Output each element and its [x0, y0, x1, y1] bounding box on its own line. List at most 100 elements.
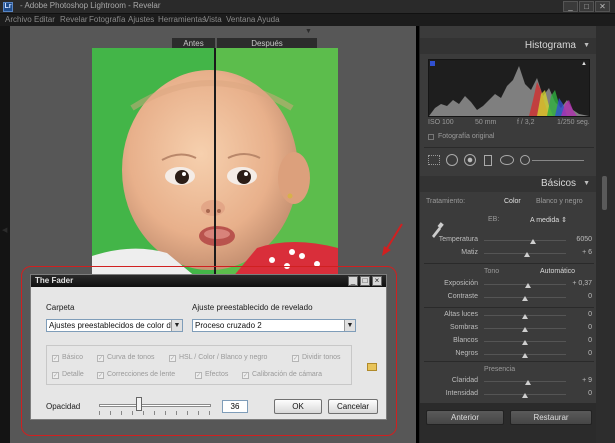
wb-dropdown[interactable]: A medida ⇕: [530, 216, 567, 224]
treatment-bw[interactable]: Blanco y negro: [536, 198, 583, 205]
folder-icon[interactable]: [367, 363, 377, 371]
dialog-title: The Fader: [35, 276, 74, 285]
opacity-input[interactable]: 36: [222, 400, 248, 413]
checkmark-icon: ✓: [195, 372, 202, 379]
check-detalle[interactable]: ✓ Detalle: [52, 371, 84, 379]
check-basico[interactable]: ✓ Básico: [52, 354, 83, 362]
dialog-title-bar[interactable]: The Fader _ □ ×: [31, 275, 386, 287]
close-icon[interactable]: ×: [372, 276, 382, 286]
slider-knob[interactable]: [522, 340, 528, 345]
slider-label: Contraste: [447, 293, 478, 300]
check-curva-tonos[interactable]: ✓ Curva de tonos: [97, 354, 154, 362]
graduated-filter-icon[interactable]: [484, 155, 492, 166]
left-panel-edge[interactable]: ◀: [0, 26, 10, 443]
close-icon[interactable]: ✕: [595, 1, 610, 12]
menu-ajustes[interactable]: Ajustes: [128, 15, 154, 24]
slider-label: Intensidad: [445, 390, 478, 397]
dropdown-arrow-icon: ⇕: [561, 217, 568, 224]
folder-select[interactable]: Ajustes preestablecidos de color de ▼: [46, 319, 183, 332]
check-dividir-tonos[interactable]: ✓ Dividir tonos: [292, 354, 341, 362]
red-eye-icon[interactable]: [464, 154, 476, 166]
slider-value[interactable]: 0: [570, 390, 592, 397]
menu-revelar[interactable]: Revelar: [60, 15, 88, 24]
slider-value[interactable]: 0: [570, 337, 592, 344]
crop-overlay-icon[interactable]: [428, 155, 440, 165]
slider-track[interactable]: [484, 240, 566, 241]
treatment-color[interactable]: Color: [504, 198, 521, 205]
panel-footer: Anterior Restaurar: [420, 403, 596, 443]
scrollbar-thumb[interactable]: [602, 176, 607, 210]
slider-value[interactable]: 0: [570, 311, 592, 318]
ok-button[interactable]: OK: [274, 399, 322, 414]
slider-label: Negros: [455, 350, 478, 357]
menu-ayuda[interactable]: Ayuda: [257, 15, 280, 24]
lightroom-icon: Lr: [3, 2, 13, 12]
opacity-slider[interactable]: [99, 404, 211, 407]
slider-row: Sombras 0: [420, 323, 596, 335]
collapse-top-icon[interactable]: ▼: [305, 28, 312, 35]
menu-vista[interactable]: Vista: [204, 15, 222, 24]
original-photo-checkbox[interactable]: [428, 134, 434, 140]
maximize-icon[interactable]: □: [579, 1, 594, 12]
menu-herramientas[interactable]: Herramientas: [158, 15, 206, 24]
slider-value[interactable]: 6050: [570, 236, 592, 243]
presence-label: Presencia: [484, 366, 516, 373]
slider-knob[interactable]: [522, 327, 528, 332]
previous-button[interactable]: Anterior: [426, 410, 504, 425]
reset-button[interactable]: Restaurar: [510, 410, 592, 425]
checkmark-icon: ✓: [97, 372, 104, 379]
menu-archivo[interactable]: Archivo: [5, 15, 32, 24]
slider-knob[interactable]: [525, 380, 532, 385]
slider-knob[interactable]: [522, 353, 528, 358]
brush-size-track[interactable]: [532, 160, 584, 161]
collapse-triangle-icon[interactable]: ▼: [583, 176, 590, 192]
histogram-graph[interactable]: ▲: [428, 59, 590, 117]
slider-row: Altas luces 0: [420, 310, 596, 322]
check-efectos[interactable]: ✓ Efectos: [195, 371, 228, 379]
opacity-slider-thumb[interactable]: [136, 397, 143, 411]
baby-photo[interactable]: [92, 48, 338, 278]
slider-value[interactable]: + 6: [570, 249, 592, 256]
shadow-clip-icon[interactable]: [430, 61, 435, 66]
check-hsl[interactable]: ✓ HSL / Color / Blanco y negro: [169, 354, 267, 362]
check-calibracion[interactable]: ✓ Calibración de cámara: [242, 371, 322, 379]
slider-knob[interactable]: [523, 252, 530, 257]
baby-photo-drawing: [92, 48, 338, 278]
auto-button[interactable]: Automático: [540, 268, 575, 275]
slider-knob[interactable]: [522, 393, 528, 398]
adjustment-brush-icon[interactable]: [520, 155, 530, 165]
basics-header[interactable]: Básicos ▼: [420, 176, 596, 192]
collapse-triangle-icon[interactable]: ▼: [583, 38, 590, 54]
menu-fotografia[interactable]: Fotografía: [89, 15, 125, 24]
slider-knob[interactable]: [522, 296, 528, 301]
histogram-title: Histograma: [524, 40, 576, 51]
minimize-icon[interactable]: _: [563, 1, 578, 12]
minimize-icon[interactable]: _: [348, 276, 358, 286]
panel-scrollbar[interactable]: [596, 26, 615, 443]
slider-label: Altas luces: [444, 311, 478, 318]
menu-editar[interactable]: Editar: [34, 15, 55, 24]
dropdown-arrow-icon: ▼: [344, 320, 355, 331]
slider-knob[interactable]: [525, 283, 532, 288]
slider-row: Temperatura 6050: [420, 235, 596, 247]
slider-value[interactable]: 0: [570, 293, 592, 300]
cancel-button[interactable]: Cancelar: [328, 399, 378, 414]
slider-value[interactable]: 0: [570, 324, 592, 331]
slider-value[interactable]: + 0,37: [570, 280, 592, 287]
basics-title: Básicos: [540, 178, 576, 189]
highlight-clip-icon[interactable]: ▲: [581, 61, 587, 67]
histogram-header[interactable]: Histograma ▼: [420, 38, 596, 54]
slider-value[interactable]: 0: [570, 350, 592, 357]
slider-value[interactable]: + 9: [570, 377, 592, 384]
menu-ventana[interactable]: Ventana: [226, 15, 255, 24]
slider-label: Claridad: [451, 377, 478, 384]
slider-knob[interactable]: [522, 314, 528, 319]
check-correcciones-lente[interactable]: ✓ Correcciones de lente: [97, 371, 175, 379]
maximize-icon[interactable]: □: [360, 276, 370, 286]
radial-filter-icon[interactable]: [500, 155, 514, 165]
slider-knob[interactable]: [530, 239, 537, 244]
menu-bar: Archivo Editar Revelar Fotografía Ajuste…: [0, 14, 615, 26]
spot-removal-icon[interactable]: [446, 154, 458, 166]
expand-left-icon[interactable]: ◀: [2, 226, 7, 234]
preset-select[interactable]: Proceso cruzado 2 ▼: [192, 319, 356, 332]
